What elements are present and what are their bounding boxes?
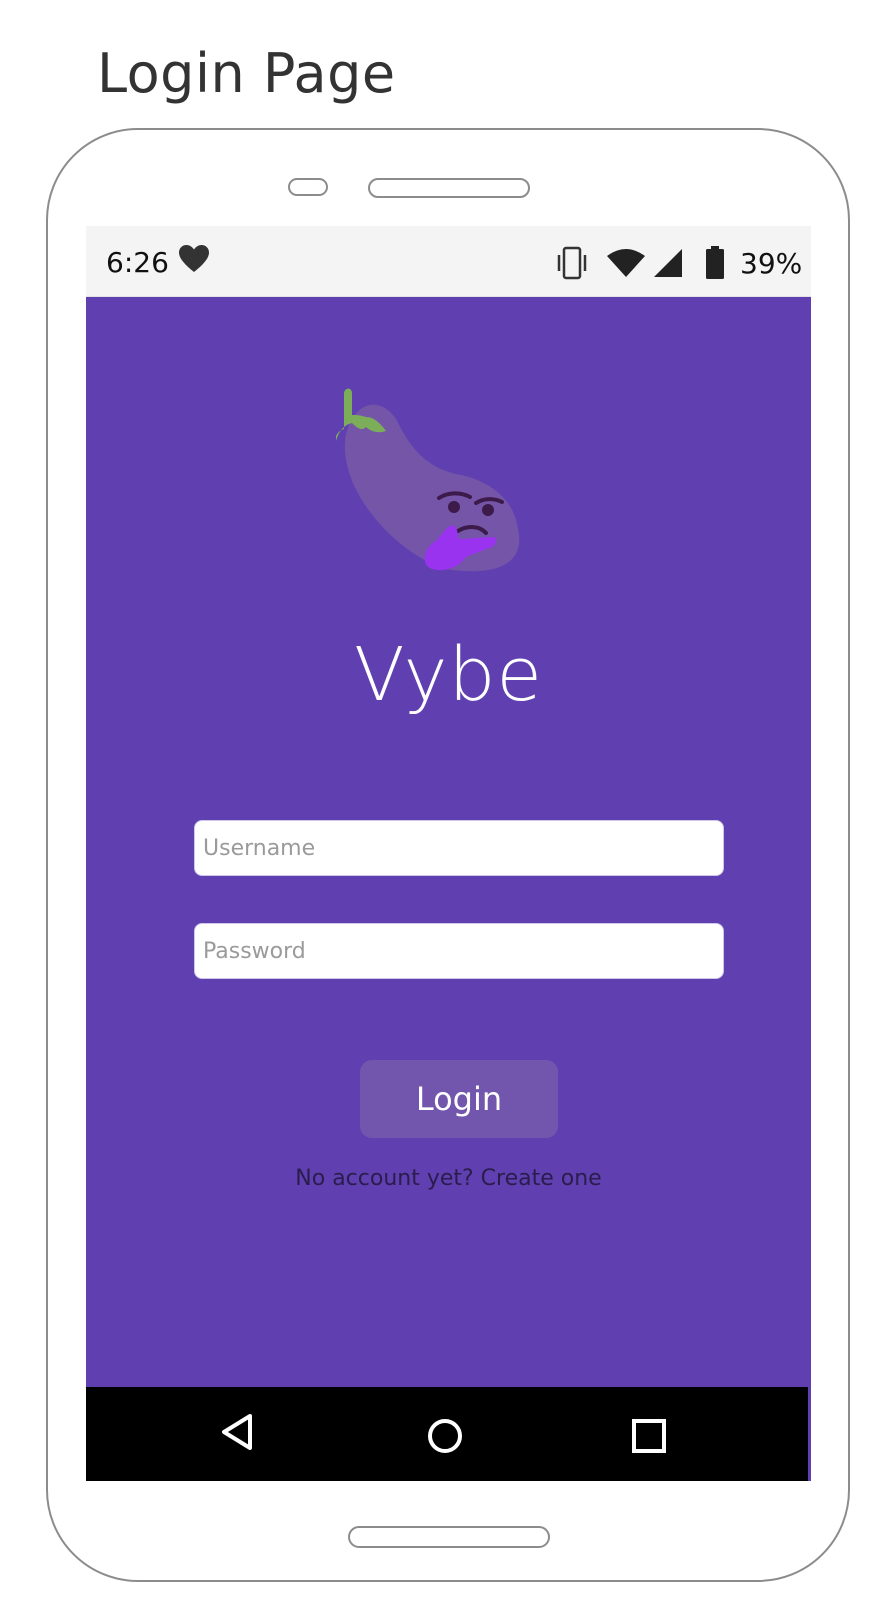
phone-camera: [288, 178, 328, 196]
vibrate-icon: [556, 246, 588, 284]
phone-screen: 6:26 39% Vybe Username Login No account …: [86, 226, 811, 1481]
phone-home-slot: [348, 1526, 550, 1548]
home-icon[interactable]: [426, 1417, 464, 1460]
login-button[interactable]: Login: [360, 1060, 558, 1138]
status-time: 6:26: [106, 246, 169, 279]
wifi-icon: [606, 248, 646, 282]
app-name: Vybe: [354, 632, 543, 718]
cell-signal-icon: [653, 248, 683, 282]
password-input[interactable]: [194, 923, 724, 979]
back-icon[interactable]: [220, 1413, 254, 1456]
page-title: Login Page: [97, 42, 396, 105]
battery-percent: 39%: [740, 247, 803, 280]
phone-speaker: [368, 178, 530, 198]
heart-icon: [178, 244, 210, 278]
create-account-link[interactable]: No account yet? Create one: [86, 1166, 811, 1191]
eggplant-thinking-icon: [335, 379, 536, 589]
username-input[interactable]: [194, 820, 724, 876]
android-nav-bar: [86, 1387, 808, 1481]
recents-icon[interactable]: [631, 1418, 667, 1459]
status-bar: 6:26 39%: [86, 226, 811, 297]
battery-icon: [704, 246, 726, 284]
